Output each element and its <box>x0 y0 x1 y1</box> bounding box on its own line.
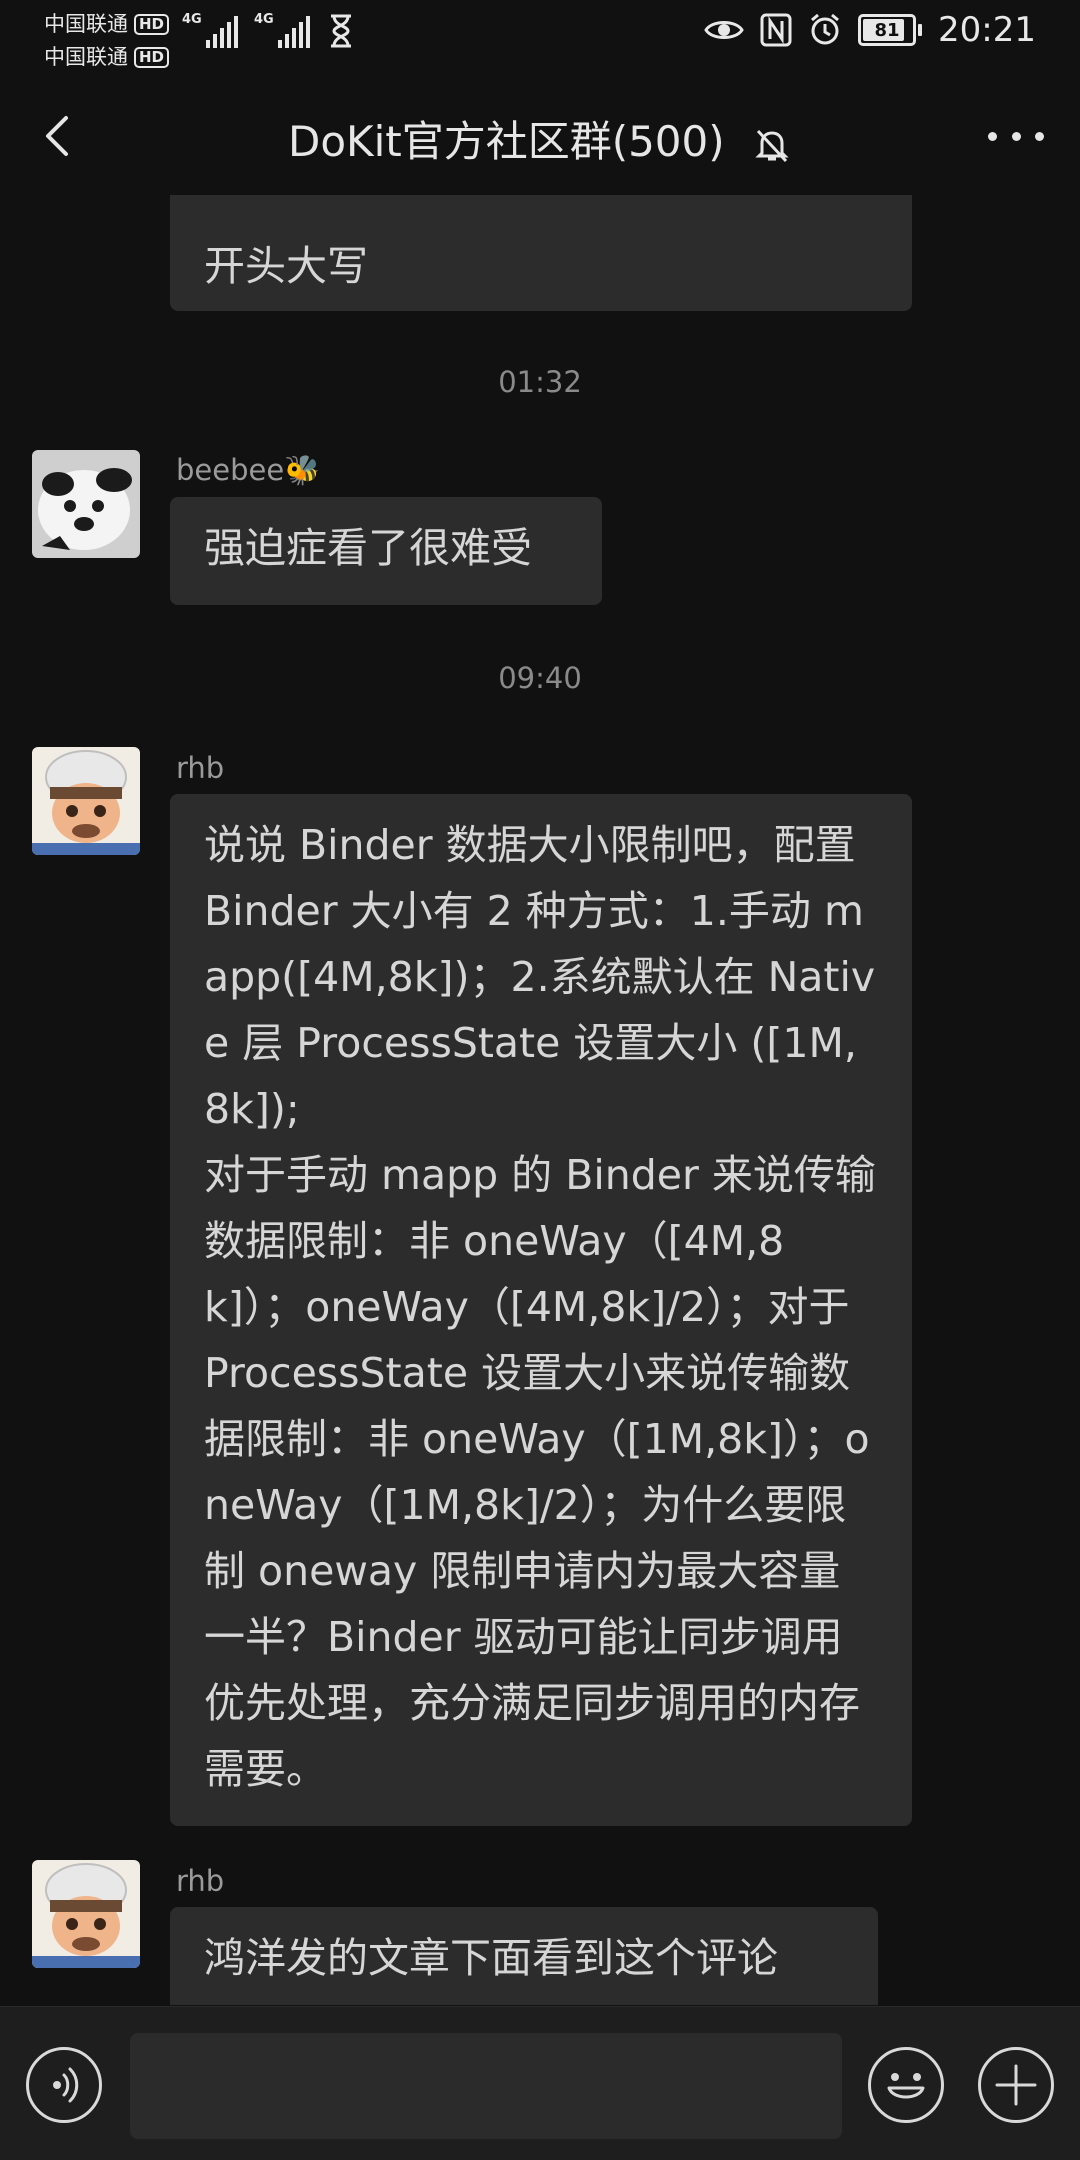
carrier-2: 中国联通 <box>44 45 128 69</box>
clock: 20:21 <box>938 10 1036 50</box>
signal-icon: 4G <box>182 12 238 48</box>
message-text: 强迫症看了很难受 <box>204 524 532 572</box>
message-text: 开头大写 <box>204 242 368 290</box>
network-type-1: 4G <box>182 12 202 27</box>
input-bar <box>0 2006 1080 2160</box>
status-right: 81 20:21 <box>704 10 1036 50</box>
dog-avatar-icon <box>32 450 140 558</box>
eye-icon <box>704 21 744 39</box>
timestamp: 01:32 <box>498 365 582 399</box>
chat-title-wrap: DoKit官方社区群(500) <box>0 108 1080 169</box>
message-input[interactable] <box>130 2033 842 2139</box>
signal-indicators: 4G 4G <box>182 12 354 48</box>
message-bubble[interactable]: 说说 Binder 数据大小限制吧，配置 Binder 大小有 2 种方式：1.… <box>170 794 912 1826</box>
carrier-1: 中国联通 <box>44 12 128 36</box>
plus-icon <box>995 2064 1037 2106</box>
sender-name: rhb <box>176 751 225 785</box>
sender-name: rhb <box>176 1864 225 1898</box>
avatar[interactable] <box>32 747 140 855</box>
voice-button[interactable] <box>26 2047 102 2123</box>
more-icon[interactable] <box>988 114 1044 158</box>
alarm-icon <box>811 13 839 45</box>
emoji-icon <box>887 2073 925 2099</box>
message-text: 说说 Binder 数据大小限制吧，配置 Binder 大小有 2 种方式：1.… <box>204 821 876 1793</box>
hd-badge: HD <box>134 14 170 35</box>
message-bubble[interactable]: 鸿洋发的文章下面看到这个评论 <box>170 1907 878 2005</box>
battery-level: 81 <box>874 19 900 41</box>
message-list[interactable]: 开头大写 01:32 beebee🐝 强迫症看了很难受 09:40 rhb 说说… <box>0 195 1080 2005</box>
avatar[interactable] <box>32 450 140 558</box>
network-type-2: 4G <box>254 12 274 27</box>
title-bar: DoKit官方社区群(500) <box>0 100 1080 172</box>
nfc-icon <box>760 13 792 47</box>
cartoon-chef-avatar-icon <box>32 747 140 855</box>
status-bar: 中国联通 HD 中国联通 HD 4G 4G 81 20:21 <box>0 0 1080 74</box>
timestamp: 09:40 <box>498 661 582 695</box>
voice-icon <box>53 2067 79 2103</box>
chat-title: DoKit官方社区群(500) <box>287 117 725 166</box>
emoji-button[interactable] <box>868 2047 944 2123</box>
message-bubble[interactable]: 强迫症看了很难受 <box>170 497 602 605</box>
signal-icon: 4G <box>254 12 310 48</box>
chat-screen: 中国联通 HD 中国联通 HD 4G 4G 81 20:21 DoKit官方社区… <box>0 0 1080 2160</box>
sender-name: beebee🐝 <box>176 453 321 487</box>
avatar[interactable] <box>32 1860 140 1968</box>
battery-icon: 81 <box>858 14 923 46</box>
message-bubble[interactable]: 开头大写 <box>170 195 912 311</box>
carrier-info: 中国联通 HD 中国联通 HD <box>44 8 170 74</box>
message-text: 鸿洋发的文章下面看到这个评论 <box>204 1934 778 1982</box>
cartoon-chef-avatar-icon <box>32 1860 140 1968</box>
hd-badge: HD <box>134 47 170 68</box>
more-functions-button[interactable] <box>978 2047 1054 2123</box>
mute-bell-icon <box>755 129 789 162</box>
hourglass-icon <box>331 14 351 48</box>
